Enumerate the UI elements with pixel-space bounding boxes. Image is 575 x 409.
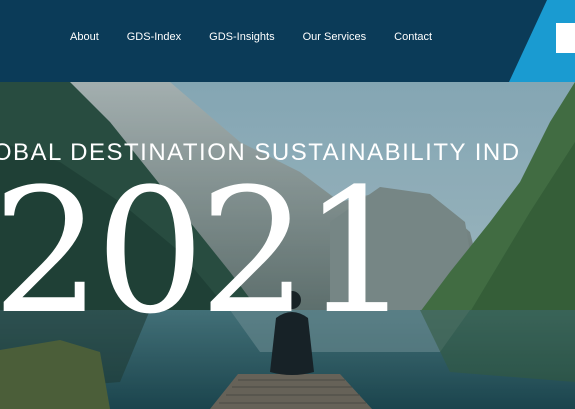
- nav-item-gds-index[interactable]: GDS-Index: [127, 31, 181, 43]
- nav-item-about[interactable]: About: [70, 31, 99, 43]
- nav-item-gds-insights[interactable]: GDS-Insights: [209, 31, 274, 43]
- nav-item-our-services[interactable]: Our Services: [303, 31, 367, 43]
- header-action-button[interactable]: [556, 23, 575, 53]
- hero-year: 2021: [0, 151, 412, 352]
- nav-item-contact[interactable]: Contact: [394, 31, 432, 43]
- main-nav: About GDS-Index GDS-Insights Our Service…: [70, 31, 432, 43]
- site-header: About GDS-Index GDS-Insights Our Service…: [0, 0, 575, 82]
- hero-banner: LOBAL DESTINATION SUSTAINABILITY IND 202…: [0, 82, 575, 409]
